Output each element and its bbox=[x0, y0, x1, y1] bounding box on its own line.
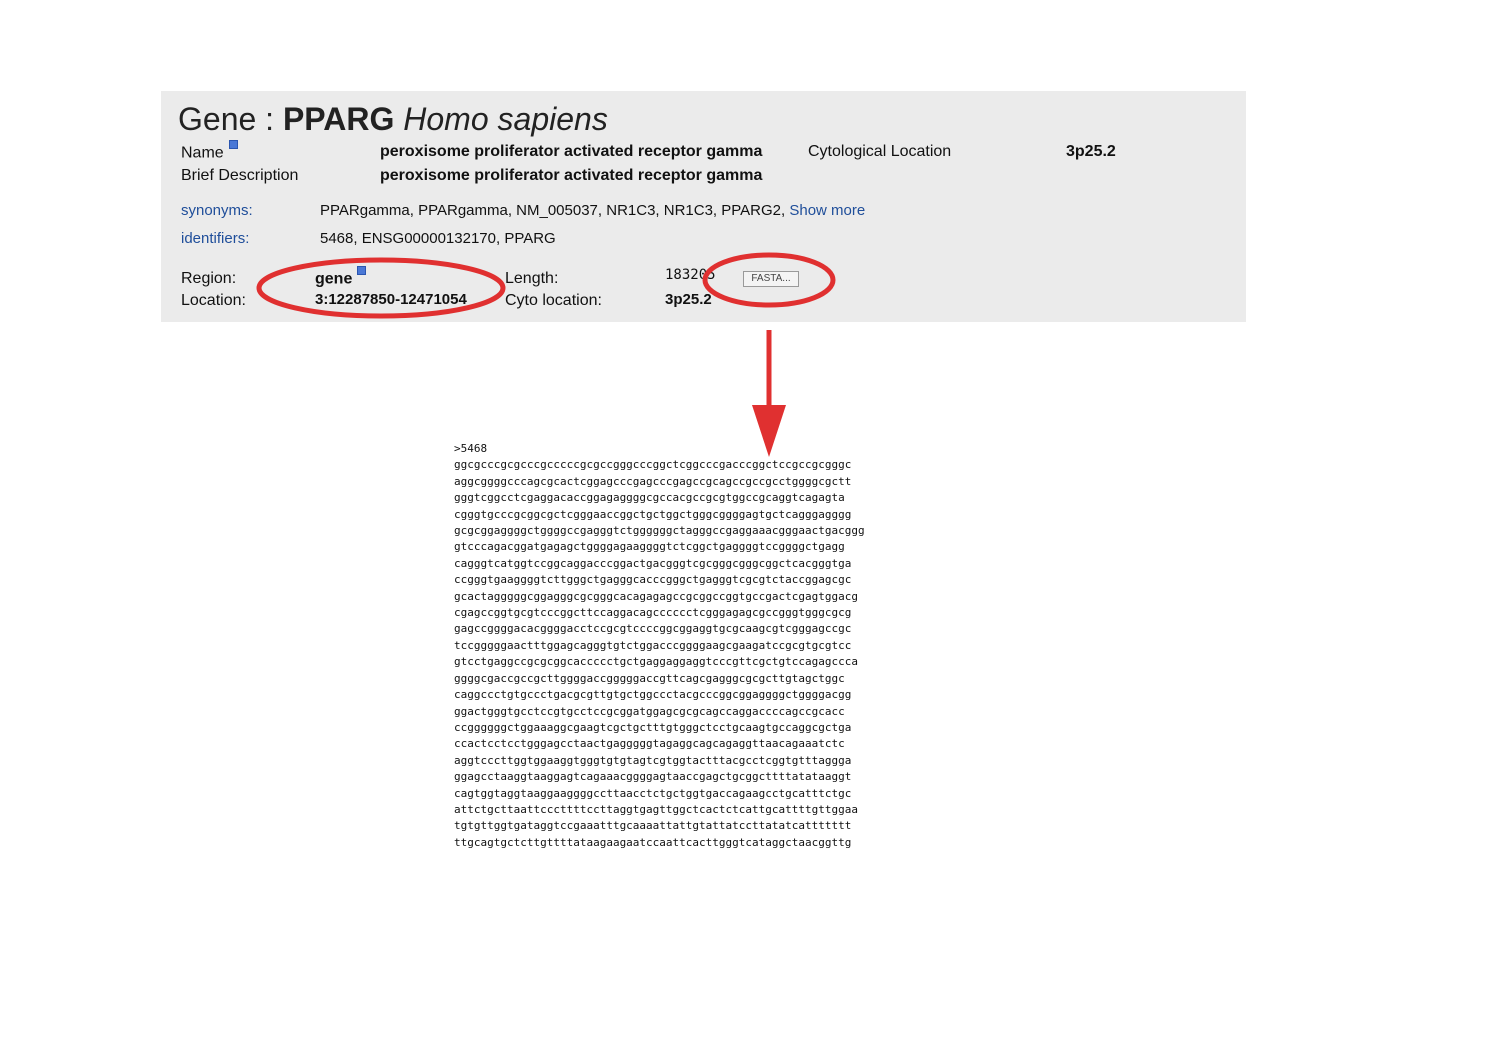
sequence-line: ttgcagtgctcttgttttataagaagaatccaattcactt… bbox=[454, 835, 852, 849]
sequence-line: cagtggtaggtaaggaaggggccttaacctctgctggtga… bbox=[454, 786, 852, 800]
sequence-line: aggtcccttggtggaaggtgggtgtgtagtcgtggtactt… bbox=[454, 753, 852, 767]
sequence-line: cgggtgcccgcggcgctcgggaaccggctgctggctgggc… bbox=[454, 507, 852, 521]
location-highlight-ellipse bbox=[256, 257, 506, 319]
sequence-line: caggccctgtgccctgacgcgttgtgctggccctacgccc… bbox=[454, 688, 852, 702]
sequence-lines: ggcgcccgcgcccgcccccgcgccgggcccggctcggccc… bbox=[454, 457, 865, 851]
sequence-line: ggcgcccgcgcccgcccccgcgccgggcccggctcggccc… bbox=[454, 458, 852, 472]
sequence-line: ggagcctaaggtaaggagtcagaaacggggagtaaccgag… bbox=[454, 770, 852, 784]
sequence-line: cagggtcatggtccggcaggacccggactgacgggtcgcg… bbox=[454, 556, 852, 570]
fasta-header: >5468 bbox=[454, 442, 488, 455]
sequence-line: ggactgggtgcctccgtgcctccgcggatggagcgcgcag… bbox=[454, 704, 845, 718]
fasta-sequence-output: >5468 ggcgcccgcgcccgcccccgcgccgggcccggct… bbox=[454, 441, 865, 851]
sequence-line: aggcggggcccagcgcactcggagcccgagcccgagccgc… bbox=[454, 474, 852, 488]
sequence-line: gtcccagacggatgagagctggggagaaggggtctcggct… bbox=[454, 540, 845, 554]
sequence-line: cgagccggtgcgtcccggcttccaggacagcccccctcgg… bbox=[454, 606, 852, 620]
sequence-line: gagccggggacacggggacctccgcgtccccggcggaggt… bbox=[454, 622, 852, 636]
sequence-line: ccgggtgaaggggtcttgggctgagggcacccgggctgag… bbox=[454, 573, 852, 587]
fasta-highlight-ellipse bbox=[702, 252, 836, 308]
sequence-line: gcactagggggcggagggcgcgggcacagagagccgcggc… bbox=[454, 589, 858, 603]
sequence-line: gggtcggcctcgaggacaccggagaggggcgccacgccgc… bbox=[454, 491, 845, 505]
sequence-line: ccggggggctggaaaggcgaagtcgctgctttgtgggctc… bbox=[454, 720, 852, 734]
sequence-line: ggggcgaccgccgcttggggaccgggggaccgttcagcga… bbox=[454, 671, 845, 685]
sequence-line: tccgggggaactttggagcagggtgtctggacccggggaa… bbox=[454, 638, 852, 652]
sequence-line: gcgcggaggggctggggccgagggtctggggggctagggc… bbox=[454, 524, 865, 538]
sequence-line: gtcctgaggccgcgcggcaccccctgctgaggaggaggtc… bbox=[454, 655, 858, 669]
sequence-line: attctgcttaattcccttttccttaggtgagttggctcac… bbox=[454, 802, 858, 816]
sequence-line: ccactcctcctgggagcctaactgagggggtagaggcagc… bbox=[454, 737, 845, 751]
sequence-line: tgtgttggtgataggtccgaaatttgcaaaattattgtat… bbox=[454, 819, 852, 833]
